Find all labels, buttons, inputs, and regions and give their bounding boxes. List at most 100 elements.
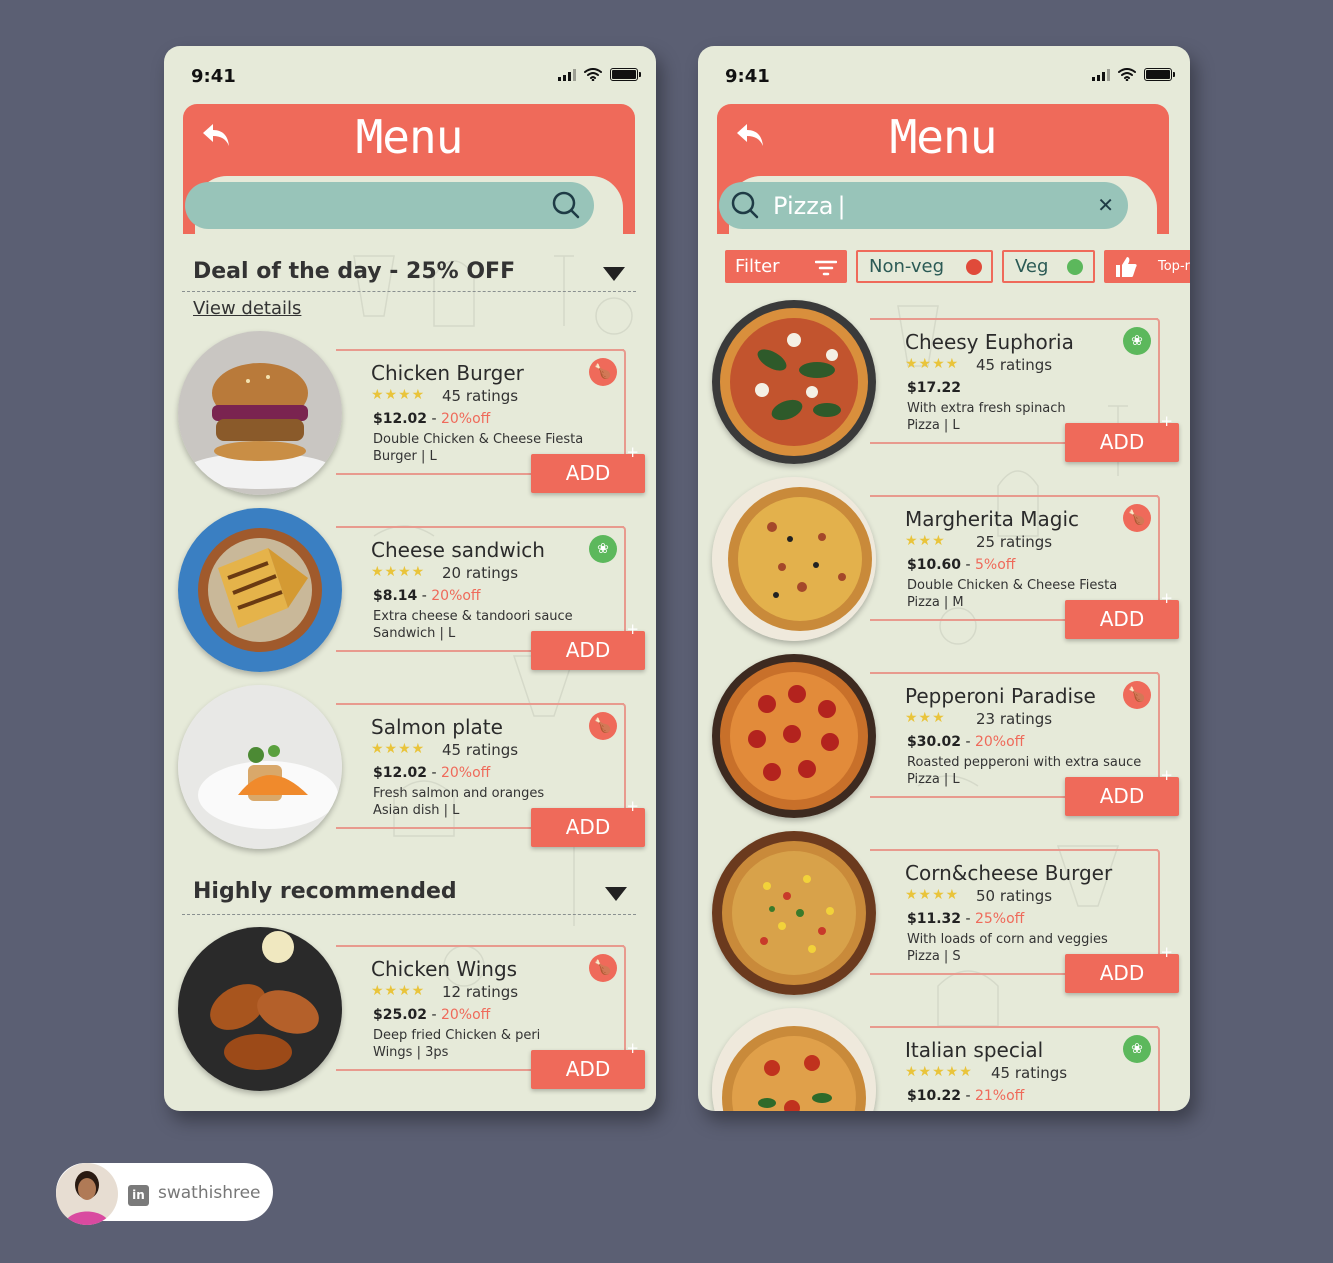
battery-icon <box>610 68 641 81</box>
italian-pizza-image <box>712 1008 876 1111</box>
ratings-count: 50 ratings <box>976 887 1053 905</box>
pepperoni-pizza-image <box>712 654 876 818</box>
non-veg-icon: 🍗 <box>1123 681 1151 709</box>
corn-cheese-pizza-image <box>712 831 876 995</box>
item-description: Extra cheese & tandoori sauce <box>373 609 573 624</box>
plus-icon: + <box>626 620 639 638</box>
status-time: 9:41 <box>725 66 770 87</box>
price-line: $12.02 - 20%off <box>373 765 491 781</box>
item-name: Chicken Burger <box>371 361 524 385</box>
item-name: Cheese sandwich <box>371 538 545 562</box>
discount: 25%off <box>974 911 1025 927</box>
battery-icon <box>1144 68 1175 81</box>
rating-stars: ★★★★ <box>371 387 426 403</box>
menu-item-card: Corn&cheese Burger ★★★★ 50 ratings $11.3… <box>698 831 1190 1001</box>
add-button[interactable]: ADD + <box>1065 766 1179 816</box>
status-bar: 9:41 <box>191 66 641 88</box>
item-size: Burger | L <box>373 449 437 464</box>
add-button[interactable]: ADD + <box>531 620 645 670</box>
item-name: Pepperoni Paradise <box>905 684 1096 708</box>
filter-icon <box>815 260 837 276</box>
rating-stars: ★★★★★ <box>905 1064 973 1080</box>
discount: 21%off <box>974 1088 1025 1104</box>
non-veg-icon: 🍗 <box>589 712 617 740</box>
non-veg-filter-chip[interactable]: Non-veg <box>856 250 993 283</box>
add-button[interactable]: ADD + <box>531 443 645 493</box>
margherita-pizza-image <box>712 477 876 641</box>
price: $12.02 <box>373 765 428 781</box>
price-line: $10.60 - 5%off <box>907 557 1016 573</box>
author-name: swathishree <box>158 1183 261 1203</box>
thumbs-up-icon <box>1116 257 1137 277</box>
page-title: Menu <box>889 110 998 164</box>
signal-icon <box>558 68 576 81</box>
ratings-count: 45 ratings <box>442 741 519 759</box>
add-button[interactable]: ADD + <box>1065 412 1179 462</box>
plus-icon: + <box>1160 766 1173 784</box>
item-description: Fresh salmon and oranges <box>373 786 545 801</box>
chevron-down-icon[interactable] <box>605 887 627 901</box>
menu-item-card: Cheese sandwich ❀ ★★★★ 20 ratings $8.14 … <box>164 508 656 678</box>
price: $10.60 <box>907 557 962 573</box>
search-input[interactable]: Pizza ✕ <box>719 182 1128 229</box>
spinach-pizza-image <box>712 300 876 464</box>
chevron-down-icon[interactable] <box>603 267 625 281</box>
price-line: $17.22 <box>907 380 961 396</box>
discount: 20%off <box>440 765 491 781</box>
add-button[interactable]: ADD + <box>1065 589 1179 639</box>
wifi-icon <box>1118 68 1136 81</box>
price: $12.02 <box>373 411 428 427</box>
ratings-count: 25 ratings <box>976 533 1053 551</box>
rating-stars: ★★★ <box>905 710 946 726</box>
price-line: $30.02 - 20%off <box>907 734 1025 750</box>
highly-recommended-title: Highly recommended <box>193 879 457 904</box>
rating-stars: ★★★★ <box>905 356 960 372</box>
menu-item-card: Margherita Magic 🍗 ★★★ 25 ratings $10.60… <box>698 477 1190 647</box>
rating-stars: ★★★★ <box>371 983 426 999</box>
item-name: Chicken Wings <box>371 957 518 981</box>
filter-button[interactable]: Filter <box>725 250 847 283</box>
plus-icon: + <box>626 797 639 815</box>
item-size: Asian dish | L <box>373 803 460 818</box>
search-icon <box>731 191 759 219</box>
item-size: Pizza | M <box>907 595 964 610</box>
item-description: Double Chicken & Cheese Fiesta <box>907 578 1118 593</box>
menu-item-card: Salmon plate 🍗 ★★★★ 45 ratings $12.02 - … <box>164 685 656 855</box>
close-icon[interactable]: ✕ <box>1097 193 1114 217</box>
item-description: Roasted pepperoni with extra sauce <box>907 755 1142 770</box>
price: $11.32 <box>907 911 962 927</box>
view-details-link[interactable]: View details <box>193 298 301 319</box>
item-description: With extra fresh spinach <box>907 401 1066 416</box>
veg-filter-chip[interactable]: Veg <box>1002 250 1095 283</box>
veg-icon: ❀ <box>1123 1035 1151 1063</box>
status-time: 9:41 <box>191 66 236 87</box>
author-credit-badge[interactable]: in swathishree <box>56 1163 273 1225</box>
menu-item-card: Cheesy Euphoria ❀ ★★★★ 45 ratings $17.22… <box>698 300 1190 470</box>
veg-icon: ❀ <box>589 535 617 563</box>
price-line: $8.14 - 20%off <box>373 588 481 604</box>
rating-stars: ★★★★ <box>905 887 960 903</box>
item-description: Deep fried Chicken & peri <box>373 1028 541 1043</box>
discount: 20%off <box>440 1007 491 1023</box>
add-button[interactable]: ADD + <box>531 1039 645 1089</box>
status-bar: 9:41 <box>725 66 1175 88</box>
plus-icon: + <box>1160 943 1173 961</box>
add-button[interactable]: ADD + <box>531 797 645 847</box>
wifi-icon <box>584 68 602 81</box>
page-title: Menu <box>355 110 464 164</box>
phone-screen-search-results: 9:41 Menu Pizza ✕ Filter Non-veg Veg <box>698 46 1190 1111</box>
rating-stars: ★★★★ <box>371 741 426 757</box>
item-size: Pizza | L <box>907 418 960 433</box>
plus-icon: + <box>626 443 639 461</box>
top-rated-filter-chip[interactable]: Top-r <box>1104 250 1190 283</box>
search-input[interactable] <box>185 182 594 229</box>
add-button[interactable]: ADD + <box>1065 943 1179 993</box>
ratings-count: 45 ratings <box>991 1064 1068 1082</box>
ratings-count: 45 ratings <box>976 356 1053 374</box>
menu-item-card: Italian special ❀ ★★★★★ 45 ratings $10.2… <box>698 1008 1190 1111</box>
deal-of-the-day-title: Deal of the day - 25% OFF <box>193 259 516 284</box>
search-icon[interactable] <box>552 191 580 219</box>
item-name: Cheesy Euphoria <box>905 330 1074 354</box>
item-name: Salmon plate <box>371 715 503 739</box>
salmon-plate-image <box>178 685 342 849</box>
